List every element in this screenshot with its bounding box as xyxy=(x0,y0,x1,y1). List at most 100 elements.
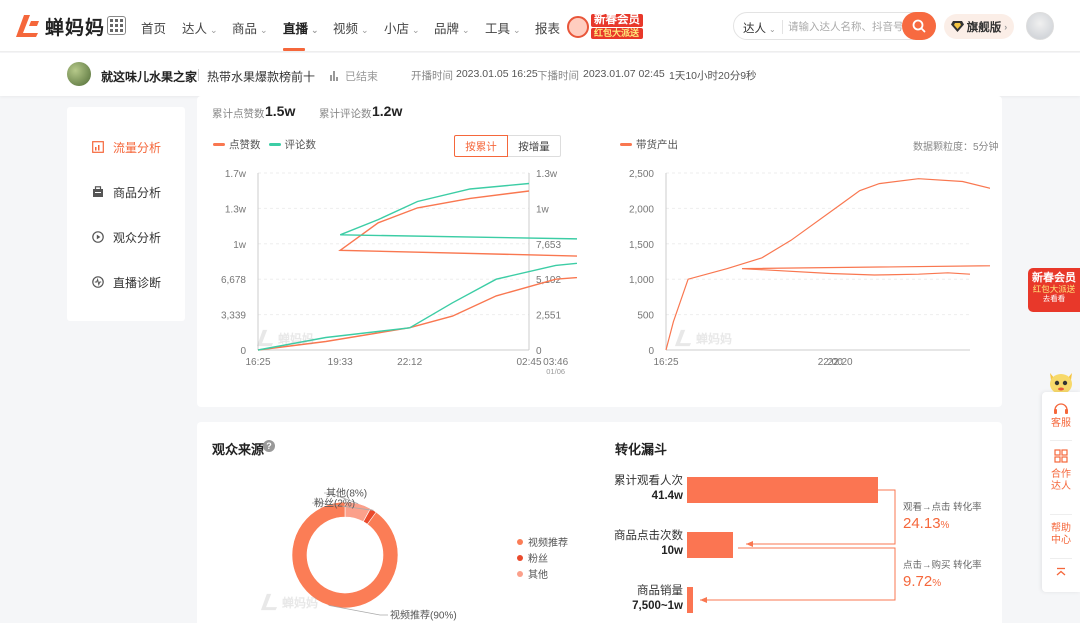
end-time-value: 2023.01.07 02:45 xyxy=(583,68,665,80)
promo-line1: 新春会员 xyxy=(591,13,643,28)
sidebar-item-audience[interactable]: 观众分析 xyxy=(92,229,161,245)
toggle-incremental[interactable]: 按增量 xyxy=(508,135,561,157)
x-tick: 22:12 xyxy=(397,357,422,368)
anchor-avatar[interactable] xyxy=(67,62,91,86)
nav-item-2[interactable]: 商品 ⌄ xyxy=(232,18,268,37)
start-time-label: 开播时间 xyxy=(411,70,453,82)
source-legend-other[interactable]: 其他 xyxy=(517,566,548,581)
nav-item-0[interactable]: 首页 xyxy=(141,18,166,37)
nav-item-8[interactable]: 报表 xyxy=(535,18,560,37)
y-tick: 1,500 xyxy=(629,240,654,251)
conversion-funnel-title: 转化漏斗 xyxy=(615,442,668,457)
x-tick: 22:00 xyxy=(818,357,843,368)
donut-label-1: 粉丝(2%) xyxy=(314,497,355,510)
live-room-header: 就这味儿水果之家 热带水果爆款榜前十 已结束 开播时间 2023.01.05 1… xyxy=(0,53,1080,96)
y-left-tick: 6,678 xyxy=(221,275,246,286)
rate-click-buy-label: 点击→购买 转化率 xyxy=(903,560,982,571)
nav-item-6[interactable]: 品牌 ⌄ xyxy=(434,18,470,37)
y-left-tick: 1.7w xyxy=(225,169,247,180)
cumulative-likes-label: 累计点赞数 xyxy=(212,108,265,120)
x-tick: 19:33 xyxy=(328,357,353,368)
traffic-icon xyxy=(92,141,104,153)
donut-label-0: 视频推荐(90%) xyxy=(390,609,457,622)
y-tick: 2,000 xyxy=(629,204,654,215)
y-left-tick: 0 xyxy=(240,346,246,357)
analysis-sidebar: 流量分析 商品分析 观众分析 直播诊断 xyxy=(67,107,185,321)
duration-value: 1天10小时20分9秒 xyxy=(669,70,757,82)
y-left-tick: 3,339 xyxy=(221,311,246,322)
mascot-icon xyxy=(1050,373,1072,394)
help-icon[interactable]: ? xyxy=(263,440,275,452)
grid-squares-icon xyxy=(1054,449,1068,463)
start-time-value: 2023.01.05 16:25 xyxy=(456,68,538,80)
cumulative-likes-value: 1.5w xyxy=(265,103,296,119)
y-right-tick: 2,551 xyxy=(536,311,561,322)
user-avatar[interactable] xyxy=(1026,12,1054,40)
promo-banner[interactable]: 新春会员 红包大派送 xyxy=(567,13,643,40)
sidebar-item-goods[interactable]: 商品分析 xyxy=(92,184,161,200)
nav-item-1[interactable]: 达人 ⌄ xyxy=(182,18,218,37)
anchor-name[interactable]: 就这味儿水果之家 xyxy=(101,68,197,85)
y-tick: 0 xyxy=(648,346,654,357)
legend-sales[interactable]: 带货产出 xyxy=(636,137,678,152)
nav-item-5[interactable]: 小店 ⌄ xyxy=(384,18,420,37)
search-category-select[interactable]: 达人 ⌄ xyxy=(743,20,776,36)
promo-mascot-icon xyxy=(567,15,589,38)
audience-icon xyxy=(92,231,104,243)
back-to-top-icon xyxy=(1056,567,1066,576)
end-time-label: 下播时间 xyxy=(537,70,579,82)
y-tick: 1,000 xyxy=(629,275,654,286)
logo-mark-icon xyxy=(16,15,39,37)
nav-item-4[interactable]: 视频 ⌄ xyxy=(333,18,369,37)
logo[interactable]: 蝉妈妈 xyxy=(12,12,105,40)
data-granularity: 数据颗粒度：5分钟 xyxy=(913,142,999,153)
search-icon xyxy=(912,19,926,33)
donut-leader-0 xyxy=(328,605,388,616)
customer-service-button[interactable]: 客服 xyxy=(1042,402,1080,430)
sales-line-chart: 05001,0001,5002,0002,50016:2522:2004:150… xyxy=(629,169,990,368)
live-title: 热带水果爆款榜前十 xyxy=(207,70,316,84)
y-right-tick: 1w xyxy=(536,204,550,215)
stats-bars-icon xyxy=(330,71,338,81)
sidebar-item-diagnosis[interactable]: 直播诊断 xyxy=(92,274,161,290)
engagement-chart-legend: 点赞数 评论数 xyxy=(213,137,316,152)
toggle-cumulative[interactable]: 按累计 xyxy=(454,135,508,157)
headset-icon xyxy=(1054,403,1068,414)
watermark-2: 蝉妈妈 xyxy=(672,328,732,348)
cumulative-comments-label: 累计评论数 xyxy=(319,108,372,120)
nav-item-3[interactable]: 直播 ⌄ xyxy=(283,18,319,37)
search-button[interactable] xyxy=(902,12,936,40)
y-right-tick: 1.3w xyxy=(536,169,558,180)
sidebar-item-traffic[interactable]: 流量分析 xyxy=(92,139,161,155)
flagship-version-button[interactable]: 旗舰版 › xyxy=(944,14,1014,39)
back-to-top-button[interactable] xyxy=(1042,567,1080,579)
top-navbar: 蝉妈妈 首页 达人 ⌄ 商品 ⌄ 直播 ⌄ 视频 ⌄ 小店 ⌄ 品牌 ⌄ 工具 ⌄ 报表 新春会员 红包大派送… xyxy=(0,0,1080,52)
search-input[interactable] xyxy=(788,18,902,36)
x-tick: 16:25 xyxy=(653,357,678,368)
floating-promo-banner[interactable]: 新春会员 红包大派送 去看看 xyxy=(1028,268,1080,312)
funnel-stage-sales: 商品销量 7,500~1w xyxy=(632,585,683,612)
cumulative-comments-value: 1.2w xyxy=(372,103,403,119)
watermark-1: 蝉妈妈 xyxy=(254,328,314,348)
source-legend-video[interactable]: 视频推荐 xyxy=(517,534,568,549)
source-legend-fans[interactable]: 粉丝 xyxy=(517,550,548,565)
legend-comments[interactable]: 评论数 xyxy=(285,137,317,152)
nav-item-7[interactable]: 工具 ⌄ xyxy=(485,18,521,37)
help-center-button[interactable]: 帮助中心 xyxy=(1042,523,1080,547)
y-left-tick: 1.3w xyxy=(225,204,247,215)
y-left-tick: 1w xyxy=(233,240,247,251)
sales-chart-legend: 带货产出 xyxy=(620,137,678,152)
rate-view-click-label: 观看→点击 转化率 xyxy=(903,502,982,513)
funnel-stage-clicks: 商品点击次数 10w xyxy=(614,530,683,557)
logo-text: 蝉妈妈 xyxy=(45,17,106,39)
goods-icon xyxy=(93,186,103,197)
legend-likes[interactable]: 点赞数 xyxy=(229,137,261,152)
diagnosis-icon xyxy=(92,276,104,288)
promo-line2: 红包大派送 xyxy=(591,28,643,40)
floating-service-bar: 客服 合作达人 帮助中心 xyxy=(1042,392,1080,592)
nav-active-underline xyxy=(283,48,305,51)
live-status: 已结束 xyxy=(330,68,378,84)
apps-grid-icon[interactable] xyxy=(107,16,126,35)
funnel-stage-views: 累计观看人次 41.4w xyxy=(614,475,683,502)
partner-talent-button[interactable]: 合作达人 xyxy=(1042,449,1080,493)
